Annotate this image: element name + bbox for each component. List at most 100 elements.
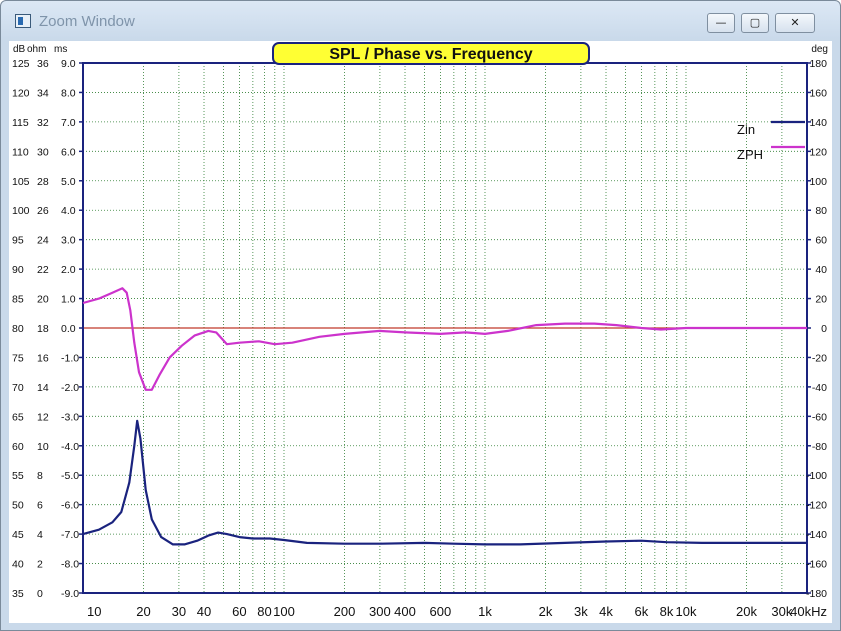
x-tick-label: 2k [539,604,553,619]
tick-label-ohm: 18 [37,323,49,335]
x-tick-label: 3k [574,604,588,619]
x-tick-label: 4k [599,604,613,619]
tick-label-ohm: 10 [37,441,49,453]
x-tick-label: 30 [172,604,186,619]
x-tick-label: 1k [478,604,492,619]
x-tick-label: 8k [660,604,674,619]
tick-label-ms: 6.0 [61,146,76,158]
spl-phase-chart: dB ohm ms deg125 36 9.0 180120 34 8.0 160115 32 7.0… [12,42,828,619]
left-axis-unit-ohm: ohm [27,44,46,55]
tick-label-ms: -7.0 [61,529,79,541]
tick-label-ms: -2.0 [61,382,79,394]
x-tick-label: 20k [736,604,757,619]
tick-label-ohm: 12 [37,411,49,423]
tick-label-ms: -6.0 [61,500,79,512]
tick-label-ohm: 36 [37,58,49,70]
tick-label-db: 55 [12,470,24,482]
tick-label-deg: 40 [815,264,827,276]
tick-label-deg: -180 [806,588,827,600]
tick-label-ohm: 6 [37,500,43,512]
tick-label-db: 60 [12,441,24,453]
tick-label-ms: 5.0 [61,176,76,188]
x-tick-label: 400 [394,604,416,619]
tick-label-ms: -9.0 [61,588,79,600]
tick-label-deg: -100 [806,470,827,482]
tick-label-ms: 1.0 [61,294,76,306]
tick-label-ohm: 32 [37,117,49,129]
tick-label-ms: 4.0 [61,205,76,217]
tick-label-deg: 140 [809,117,827,129]
x-tick-label: 10 [87,604,101,619]
tick-label-deg: 180 [809,58,827,70]
tick-label-ohm: 2 [37,559,43,571]
tick-label-db: 110 [12,146,29,158]
x-tick-label: 100 [273,604,295,619]
tick-label-ms: 9.0 [61,58,76,70]
tick-label-ohm: 16 [37,352,49,364]
chart-area: dB ohm ms deg 125 36 9.0 180 120 34 8.0 160 115 32 7.0… [9,41,832,623]
tick-label-deg: 60 [815,235,827,247]
left-axis-unit-db: dB [13,44,26,55]
zoom-window: Zoom Window — ▢ ✕ dB ohm ms deg 125 36 9.0 180 1… [0,0,841,631]
tick-label-ms: -3.0 [61,411,79,423]
tick-label-db: 125 [12,58,30,70]
tick-label-ohm: 24 [37,235,49,247]
x-tick-label: 200 [334,604,356,619]
right-axis-unit-deg: deg [811,44,828,55]
tick-label-ohm: 8 [37,470,43,482]
tick-label-ohm: 14 [37,382,49,394]
tick-label-ohm: 28 [37,176,49,188]
tick-label-deg: -160 [806,559,827,571]
tick-label-db: 75 [12,352,24,364]
tick-label-db: 90 [12,264,24,276]
tick-label-deg: 20 [815,294,827,306]
tick-label-ms: 3.0 [61,235,76,247]
tick-label-deg: 100 [809,176,827,188]
tick-label-db: 35 [12,588,24,600]
tick-label-db: 115 [12,117,29,129]
tick-label-ohm: 0 [37,588,43,600]
tick-label-db: 80 [12,323,24,335]
left-axis-unit-ms: ms [54,44,67,55]
x-tick-label: 40 [197,604,211,619]
tick-label-db: 105 [12,176,30,188]
chart-title: SPL / Phase vs. Frequency [329,46,532,63]
x-tick-label: 60 [232,604,246,619]
maximize-button[interactable]: ▢ [741,13,769,33]
x-tick-label: 10k [676,604,697,619]
tick-label-deg: -80 [812,441,827,453]
tick-label-db: 45 [12,529,24,541]
x-tick-label: 6k [635,604,649,619]
tick-label-db: 40 [12,559,24,571]
tick-label-ohm: 30 [37,146,49,158]
tick-label-ms: -1.0 [61,352,79,364]
tick-label-ohm: 20 [37,294,49,306]
minimize-button[interactable]: — [707,13,735,33]
x-tick-label: 600 [430,604,452,619]
legend-label-zph: ZPH [737,147,763,162]
title-bar[interactable]: Zoom Window — ▢ ✕ [1,1,840,39]
x-tick-label: 20 [136,604,150,619]
tick-label-ms: -4.0 [61,441,79,453]
tick-label-deg: 120 [809,146,827,158]
tick-label-db: 70 [12,382,24,394]
tick-label-db: 100 [12,205,30,217]
tick-label-deg: -40 [812,382,827,394]
tick-label-deg: 160 [809,87,827,99]
app-icon [15,14,31,28]
close-button[interactable]: ✕ [775,13,815,33]
tick-label-ms: 0.0 [61,323,76,335]
tick-label-ms: 8.0 [61,87,76,99]
tick-label-db: 50 [12,500,24,512]
x-tick-label: 300 [369,604,391,619]
tick-label-deg: 0 [821,323,827,335]
tick-label-ohm: 4 [37,529,43,541]
tick-label-deg: -60 [812,411,827,423]
tick-label-db: 95 [12,235,24,247]
window-title: Zoom Window [39,13,135,30]
tick-label-db: 65 [12,411,24,423]
tick-label-ms: -8.0 [61,559,79,571]
x-tick-label: 80 [257,604,271,619]
x-tick-label: 40kHz [790,604,827,619]
tick-label-deg: -120 [806,500,827,512]
